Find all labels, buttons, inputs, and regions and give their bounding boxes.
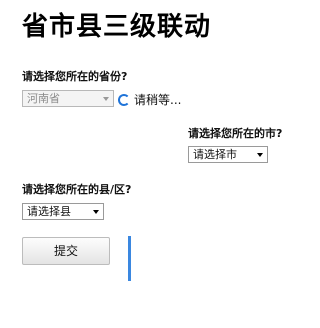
province-select[interactable]: 河南省 [22,90,114,107]
city-label: 请选择您所在的市? [188,127,283,140]
chevron-down-icon [257,153,263,157]
page-title: 省市县三级联动 [22,12,212,42]
county-select-value: 请选择县 [27,205,71,218]
loading-spinner-icon [118,94,130,106]
city-select-value: 请选择市 [193,148,237,161]
city-select[interactable]: 请选择市 [188,146,268,163]
province-label: 请选择您所在的省份? [22,70,128,83]
loading-text: 请稍等... [134,93,182,107]
loading-indicator: 请稍等... [118,91,181,108]
province-select-value: 河南省 [27,92,60,105]
county-select[interactable]: 请选择县 [22,203,104,220]
submit-button[interactable]: 提交 [22,237,110,265]
chevron-down-icon [103,97,109,101]
county-label: 请选择您所在的县/区? [22,183,132,196]
chevron-down-icon [93,210,99,214]
accent-bar [128,236,131,281]
